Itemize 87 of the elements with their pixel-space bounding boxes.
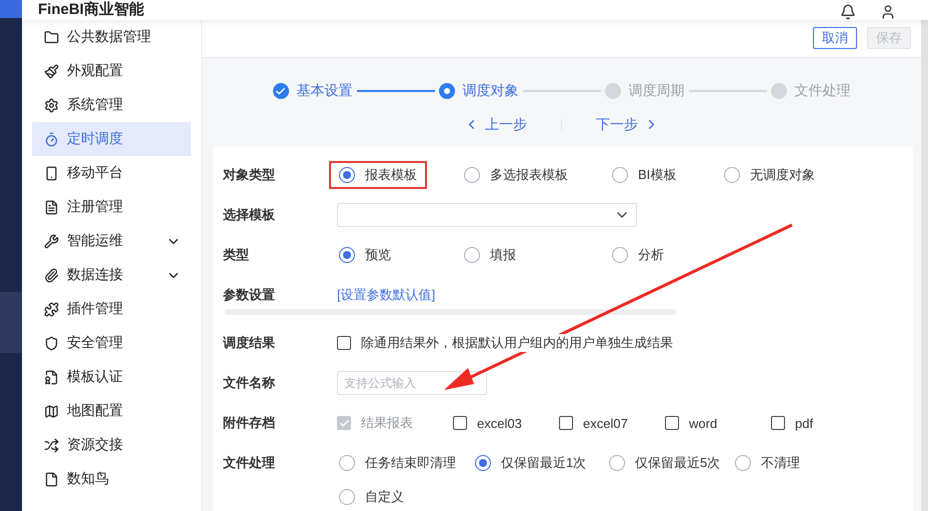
sidebar-item[interactable]: 模板认证 [32, 360, 191, 394]
option-label: 结果报表 [361, 414, 413, 432]
checkbox[interactable] [337, 336, 351, 350]
checkbox[interactable] [771, 416, 785, 430]
field-label: 文件名称 [223, 374, 276, 392]
sidebar-item[interactable]: 数据连接 [32, 258, 191, 292]
wrench-icon [44, 234, 59, 248]
option-label: 不清理 [761, 454, 800, 472]
field-label: 类型 [223, 246, 250, 264]
paperclip-icon [44, 268, 59, 282]
map-icon [44, 404, 59, 418]
checkbox[interactable] [559, 416, 573, 430]
radio-button[interactable] [339, 247, 355, 263]
bell-icon[interactable] [840, 4, 856, 20]
option-label: 任务结束即清理 [365, 454, 456, 472]
field-label: 选择模板 [223, 206, 276, 224]
sidebar-item[interactable]: 移动平台 [32, 156, 191, 190]
shuffle-icon [44, 438, 59, 452]
sidebar-item[interactable]: 注册管理 [32, 190, 191, 224]
brush-icon [44, 64, 59, 78]
radio-button[interactable] [735, 455, 751, 471]
radio-button[interactable] [609, 455, 625, 471]
previous-step-link[interactable]: 上一步 [464, 116, 527, 134]
radio-button[interactable] [612, 247, 628, 263]
check-icon [338, 418, 350, 428]
phone-icon [44, 166, 59, 180]
template-select[interactable] [337, 203, 637, 227]
radio-button[interactable] [339, 489, 355, 505]
option-label: 填报 [490, 246, 516, 264]
option-label: word [689, 416, 718, 430]
sidebar-item[interactable]: 公共数据管理 [32, 20, 191, 54]
option-label: 多选报表模板 [490, 166, 568, 184]
logo-block [0, 0, 22, 18]
cancel-button[interactable]: 取消 [813, 27, 857, 50]
field-label: 参数设置 [223, 286, 276, 304]
sidebar-item[interactable]: 数知鸟 [32, 462, 191, 496]
field-label: 对象类型 [223, 166, 276, 184]
radio-button[interactable] [724, 167, 740, 183]
document-icon [44, 200, 59, 214]
checkbox[interactable] [453, 416, 467, 430]
scrollbar[interactable] [225, 309, 677, 315]
step-label: 文件处理 [794, 82, 850, 100]
puzzle-icon [44, 302, 59, 316]
folder-icon [44, 30, 59, 44]
sidebar-item[interactable]: 智能运维 [32, 224, 191, 258]
checkbox[interactable] [665, 416, 679, 430]
certificate-icon [44, 370, 59, 384]
step-label: 调度对象 [462, 82, 518, 100]
radio-button[interactable] [475, 455, 491, 471]
option-label: excel07 [583, 416, 628, 430]
sidebar-item[interactable]: 安全管理 [32, 326, 191, 360]
option-label: 无调度对象 [750, 166, 815, 184]
sidebar-item[interactable]: 定时调度 [32, 122, 191, 156]
option-label: 自定义 [365, 488, 404, 506]
radio-button[interactable] [339, 455, 355, 471]
option-label: excel03 [477, 416, 522, 430]
radio-button[interactable] [464, 167, 480, 183]
radio-button[interactable] [339, 167, 355, 183]
step-label: 调度周期 [628, 82, 684, 100]
gear-icon [44, 98, 59, 112]
option-label: 除通用结果外，根据默认用户组内的用户单独生成结果 [361, 334, 673, 352]
file-name-field[interactable]: 支持公式输入 [337, 371, 487, 395]
option-label: BI模板 [638, 166, 676, 184]
field-label: 调度结果 [223, 334, 276, 352]
app-title: FineBI商业智能 [38, 0, 144, 20]
user-icon[interactable] [880, 4, 896, 20]
step-label: 基本设置 [296, 82, 352, 100]
option-label: 分析 [638, 246, 664, 264]
timer-icon [44, 132, 59, 146]
sidebar-item[interactable]: 系统管理 [32, 88, 191, 122]
sidebar-item[interactable]: 地图配置 [32, 394, 191, 428]
field-label: 文件处理 [223, 454, 276, 472]
file-icon [44, 472, 59, 486]
option-label: 报表模板 [365, 166, 417, 184]
option-label: 预览 [365, 246, 391, 264]
parameter-link[interactable]: [设置参数默认值] [337, 281, 436, 309]
option-label: 仅保留最近5次 [635, 454, 720, 472]
sidebar-item[interactable]: 外观配置 [32, 54, 191, 88]
sidebar-item[interactable]: 插件管理 [32, 292, 191, 326]
option-label: pdf [795, 416, 814, 430]
shield-icon [44, 336, 59, 350]
next-step-link[interactable]: 下一步 [596, 116, 659, 134]
radio-button[interactable] [464, 247, 480, 263]
field-label: 附件存档 [223, 414, 276, 432]
sidebar-item[interactable]: 资源交接 [32, 428, 191, 462]
radio-button[interactable] [612, 167, 628, 183]
option-label: 仅保留最近1次 [501, 454, 586, 472]
